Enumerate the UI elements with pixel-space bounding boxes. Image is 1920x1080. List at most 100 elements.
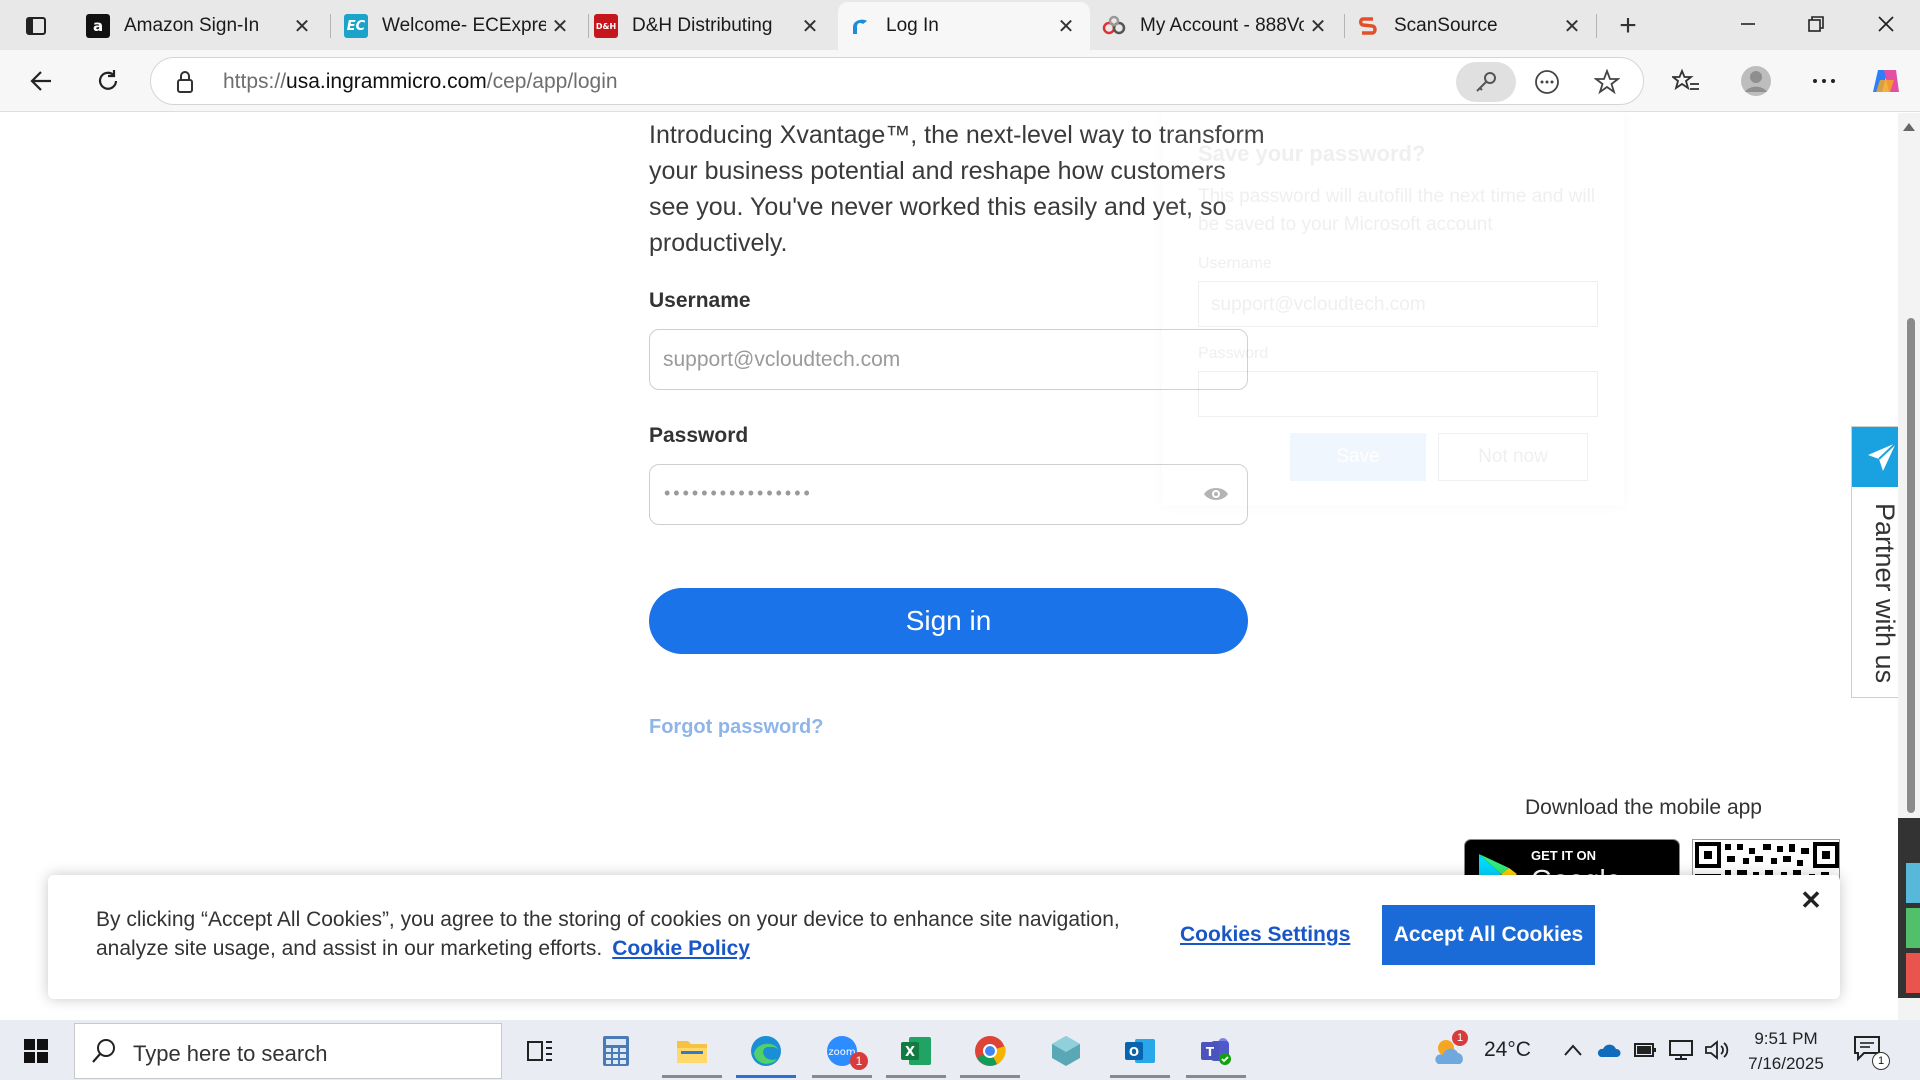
- weather-badge: 1: [1452, 1030, 1468, 1046]
- tab-close-icon[interactable]: ✕: [1304, 12, 1332, 40]
- network-tray-button[interactable]: [1666, 1036, 1696, 1064]
- tab-close-icon[interactable]: ✕: [1558, 12, 1586, 40]
- partner-icon-box: [1852, 427, 1898, 487]
- tab-close-icon[interactable]: ✕: [546, 12, 574, 40]
- save-password-popup: Save your password? This password will a…: [1162, 113, 1624, 506]
- accept-all-cookies-button[interactable]: Accept All Cookies: [1382, 905, 1595, 965]
- excel-app[interactable]: X: [880, 1024, 952, 1078]
- taskbar-clock[interactable]: 9:51 PM 7/16/2025: [1738, 1026, 1834, 1076]
- username-input[interactable]: support@vcloudtech.com: [649, 329, 1248, 390]
- tab-ecexpress[interactable]: EC Welcome- ECExpress ✕: [334, 2, 584, 50]
- lock-icon[interactable]: [175, 70, 195, 94]
- close-window-button[interactable]: [1852, 0, 1920, 48]
- side-widget-blue[interactable]: [1906, 863, 1920, 903]
- tab-close-icon[interactable]: ✕: [1052, 12, 1080, 40]
- new-tab-button[interactable]: +: [1610, 8, 1646, 44]
- more-options-circle-button[interactable]: [1529, 64, 1565, 100]
- profile-button[interactable]: [1734, 60, 1778, 102]
- url-text[interactable]: https://usa.ingrammicro.com/cep/app/logi…: [223, 70, 618, 94]
- zoom-app[interactable]: zoom 1: [806, 1024, 878, 1078]
- file-explorer-app[interactable]: [656, 1024, 728, 1078]
- plus-icon: +: [1619, 9, 1637, 42]
- running-indicator: [662, 1075, 722, 1078]
- remote-app[interactable]: [1030, 1024, 1102, 1078]
- address-bar[interactable]: https://usa.ingrammicro.com/cep/app/logi…: [150, 57, 1644, 105]
- windows-logo-icon: [24, 1039, 48, 1063]
- favorite-star-button[interactable]: [1589, 64, 1625, 100]
- password-key-button[interactable]: [1456, 62, 1516, 102]
- volume-tray-button[interactable]: [1702, 1036, 1732, 1064]
- tab-title: Amazon Sign-In: [124, 15, 260, 36]
- key-icon: [1476, 72, 1496, 92]
- ellipsis-icon: [1813, 79, 1835, 83]
- svg-text:X: X: [905, 1045, 915, 1060]
- edge-app[interactable]: [730, 1024, 802, 1078]
- side-widget-green[interactable]: [1906, 908, 1920, 948]
- teams-app[interactable]: T: [1180, 1024, 1252, 1078]
- forgot-password-link[interactable]: Forgot password?: [649, 716, 823, 739]
- scroll-up-arrow-icon[interactable]: [1903, 123, 1915, 131]
- minimize-button[interactable]: [1714, 0, 1782, 48]
- cookie-policy-link[interactable]: Cookie Policy: [612, 937, 750, 960]
- chrome-icon: [975, 1036, 1006, 1066]
- chrome-app[interactable]: [954, 1024, 1026, 1078]
- side-widget-red[interactable]: [1906, 953, 1920, 993]
- password-input[interactable]: ••••••••••••••••: [649, 464, 1248, 525]
- url-scheme: https://: [223, 70, 287, 93]
- scrollbar-thumb[interactable]: [1907, 318, 1915, 813]
- onedrive-tray-button[interactable]: [1594, 1036, 1624, 1064]
- clock-time: 9:51 PM: [1754, 1029, 1818, 1048]
- restore-button[interactable]: [1782, 0, 1850, 48]
- mobile-app-heading: Download the mobile app: [1525, 796, 1762, 819]
- cookie-close-icon[interactable]: ✕: [1796, 885, 1826, 915]
- weather-widget[interactable]: 1 24°C: [1430, 1028, 1550, 1072]
- calculator-app[interactable]: [580, 1024, 652, 1078]
- search-icon: [92, 1039, 115, 1063]
- notification-center-button[interactable]: 1: [1852, 1034, 1892, 1070]
- tab-close-icon[interactable]: ✕: [796, 12, 824, 40]
- save-password-title: Save your password?: [1198, 141, 1426, 166]
- tab-dh-distributing[interactable]: D&H D&H Distributing ✕: [584, 2, 834, 50]
- tab-close-icon[interactable]: ✕: [288, 12, 316, 40]
- tab-log-in[interactable]: Log In ✕: [838, 2, 1090, 50]
- taskbar-search-box[interactable]: Type here to search: [74, 1023, 502, 1079]
- tab-scansource[interactable]: ScanSource ✕: [1346, 2, 1596, 50]
- popup-username-label: Username: [1198, 255, 1272, 272]
- outlook-icon: O: [1125, 1039, 1155, 1063]
- copilot-button[interactable]: [1864, 60, 1908, 102]
- tab-title: Log In: [886, 15, 939, 36]
- windows-taskbar: Type here to search zoom 1 X O T 1 24°C …: [0, 1020, 1920, 1080]
- cookie-text-block: By clicking “Accept All Cookies”, you ag…: [96, 905, 1156, 963]
- password-label: Password: [649, 424, 749, 447]
- sign-in-button[interactable]: Sign in: [649, 588, 1248, 654]
- battery-tray-button[interactable]: [1630, 1036, 1660, 1064]
- paper-plane-icon: [1868, 442, 1897, 471]
- restore-icon: [1808, 16, 1824, 32]
- show-hidden-icons-button[interactable]: [1558, 1036, 1588, 1064]
- cookies-settings-button[interactable]: Cookies Settings: [1180, 923, 1350, 947]
- start-button[interactable]: [10, 1030, 62, 1072]
- partner-with-us-tab[interactable]: Partner with us: [1851, 426, 1898, 698]
- username-value: support@vcloudtech.com: [663, 348, 901, 371]
- tab-888voip[interactable]: My Account - 888Vo ✕: [1092, 2, 1342, 50]
- running-indicator: [886, 1075, 946, 1078]
- calculator-icon: [603, 1036, 629, 1066]
- page-scrollbar[interactable]: [1898, 113, 1920, 1020]
- settings-more-button[interactable]: [1802, 60, 1846, 102]
- url-host: usa.ingrammicro.com: [286, 70, 487, 93]
- tab-amazon[interactable]: a Amazon Sign-In ✕: [76, 2, 326, 50]
- svg-text:O: O: [1129, 1045, 1139, 1059]
- refresh-button[interactable]: [86, 60, 130, 102]
- excel-icon: X: [901, 1037, 931, 1065]
- outlook-app[interactable]: O: [1104, 1024, 1176, 1078]
- tab-actions-button[interactable]: [10, 6, 62, 46]
- favorites-button[interactable]: [1664, 60, 1708, 102]
- task-view-button[interactable]: [504, 1024, 576, 1078]
- back-button[interactable]: [20, 60, 64, 102]
- speaker-icon: [1705, 1040, 1729, 1060]
- partner-with-us-label: Partner with us: [1870, 503, 1898, 684]
- popup-save-button: Save: [1290, 433, 1426, 481]
- save-password-description: This password will autofill the next tim…: [1198, 186, 1596, 235]
- notification-badge: 1: [1872, 1052, 1890, 1070]
- popup-password-label: Password: [1198, 345, 1269, 362]
